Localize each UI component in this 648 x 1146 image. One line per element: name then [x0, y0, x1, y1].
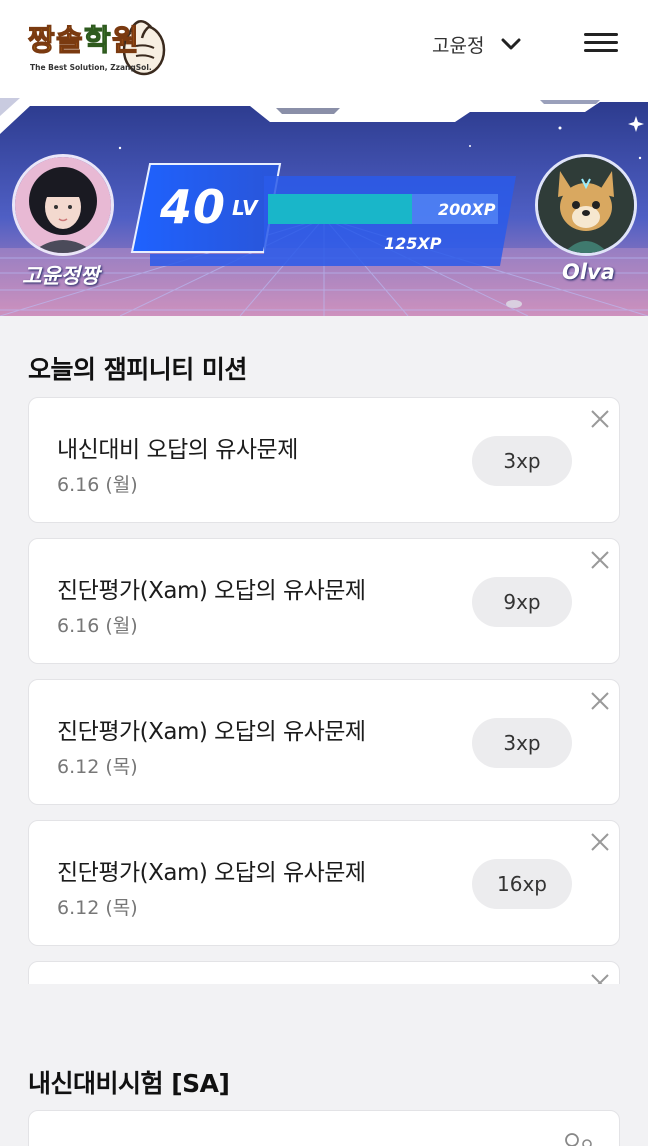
xp-progress-bar [268, 194, 412, 224]
close-icon[interactable] [589, 972, 611, 984]
chevron-down-icon [501, 38, 521, 50]
mission-card[interactable]: 진단평가(Xam) 오답의 유사문제 6.12 (목) 16xp [28, 820, 620, 946]
mission-card[interactable]: 진단평가(Xam) 오답의 유사문제 6.12 (목) 3xp [28, 679, 620, 805]
close-icon[interactable] [589, 690, 611, 712]
xp-max: 200XP [438, 200, 496, 219]
people-icon [565, 1133, 592, 1146]
mission-title: 진단평가(Xam) 오답의 유사문제 [57, 578, 366, 604]
academy-logo[interactable]: 짱 솔 학 원 The Best Solution, ZzangSol. [26, 12, 168, 76]
svg-text:짱: 짱 [28, 23, 55, 57]
level-banner: 고윤정짱 Olva 40 LV 200XP 125XP [0, 98, 648, 316]
user-name: 고윤정 [432, 34, 485, 57]
mission-date: 6.16 (월) [57, 474, 138, 496]
level-number: 40 [160, 180, 227, 234]
svg-text:학: 학 [84, 23, 111, 57]
mission-card[interactable]: 내신대비 오답의 유사문제 6.16 (월) 3xp [28, 397, 620, 523]
close-icon[interactable] [589, 408, 611, 430]
mission-xp-button[interactable]: 9xp [472, 577, 572, 627]
mission-xp-button[interactable]: 3xp [472, 718, 572, 768]
mission-card-partial[interactable] [28, 961, 620, 984]
mission-card[interactable]: 진단평가(Xam) 오답의 유사문제 6.16 (월) 9xp [28, 538, 620, 664]
svg-text:솔: 솔 [56, 23, 83, 57]
pet-avatar[interactable] [535, 154, 637, 256]
player-name: 고윤정짱 [22, 264, 100, 288]
mission-date: 6.12 (목) [57, 756, 138, 778]
app-header: 짱 솔 학 원 The Best Solution, ZzangSol. 고윤정 [0, 0, 648, 98]
exam-card[interactable] [28, 1110, 620, 1146]
user-selector[interactable]: 고윤정 [432, 28, 522, 60]
svg-text:원: 원 [112, 23, 139, 57]
close-icon[interactable] [589, 831, 611, 853]
mission-title: 내신대비 오답의 유사문제 [57, 437, 298, 463]
mission-date: 6.12 (목) [57, 897, 138, 919]
hamburger-menu-icon[interactable] [582, 28, 620, 60]
exam-section-title: 내신대비시험 [SA] [28, 1069, 230, 1098]
mission-xp-button[interactable]: 3xp [472, 436, 572, 486]
mission-title: 진단평가(Xam) 오답의 유사문제 [57, 860, 366, 886]
close-icon[interactable] [589, 549, 611, 571]
mission-date: 6.16 (월) [57, 615, 138, 637]
mission-xp-button[interactable]: 16xp [472, 859, 572, 909]
logo-tagline: The Best Solution, ZzangSol. [30, 63, 152, 72]
missions-title: 오늘의 잼피니티 미션 [28, 355, 247, 384]
mission-title: 진단평가(Xam) 오답의 유사문제 [57, 719, 366, 745]
mission-list[interactable]: 내신대비 오답의 유사문제 6.16 (월) 3xp 진단평가(Xam) 오답의… [0, 396, 648, 984]
player-avatar[interactable] [12, 154, 114, 256]
level-unit: LV [232, 196, 258, 220]
pet-name: Olva [562, 260, 615, 284]
xp-current: 125XP [384, 234, 442, 253]
